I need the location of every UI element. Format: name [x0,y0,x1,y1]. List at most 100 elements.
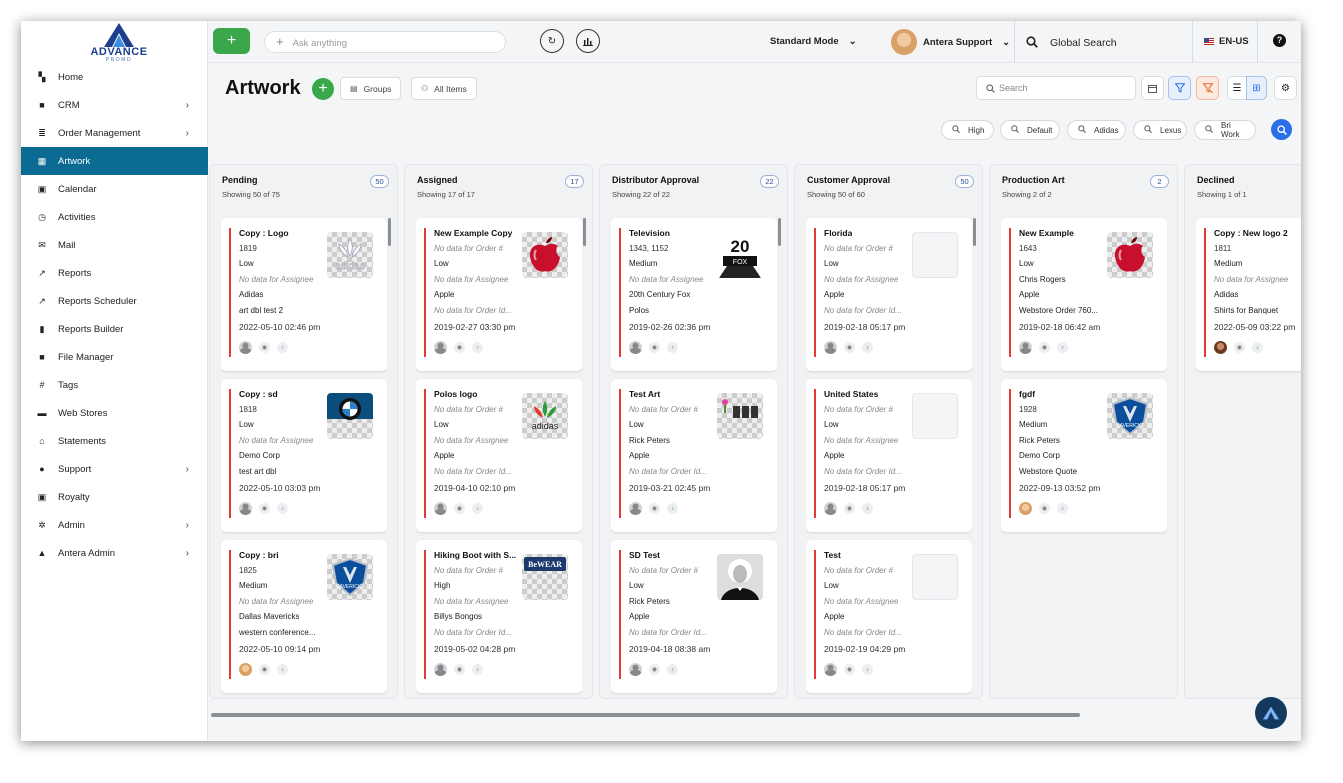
quick-add-button[interactable]: + [213,28,250,54]
artwork-card[interactable]: Copy : bri 1825 Medium No data for Assignee… [221,540,387,693]
all-items-button[interactable]: ⚇ All Items [411,77,477,100]
bell-icon[interactable]: ♪ [472,664,483,675]
artwork-card[interactable]: Copy : New logo 2 1811 Medium No data for A… [1196,218,1301,371]
sidebar-item-crm[interactable]: ■ CRM › [21,91,208,119]
artwork-card[interactable]: Test Art No data for Order # Low Rick Peter… [611,379,777,532]
artwork-thumbnail[interactable] [912,232,958,278]
sidebar-item-artwork[interactable]: ▦ Artwork [21,147,208,175]
filter-chip[interactable]: Default [1000,120,1060,140]
bell-icon[interactable]: ♪ [1252,342,1263,353]
sidebar-item-support[interactable]: ● Support › [21,455,208,483]
mode-selector[interactable]: Standard Mode ⌄ [770,36,857,47]
artwork-card[interactable]: New Example Copy No data for Order # Low No… [416,218,582,371]
artwork-card[interactable]: SD Test No data for Order # Low Rick Peters… [611,540,777,693]
artwork-thumbnail[interactable]: MAVERICKS [327,554,373,600]
artwork-thumbnail[interactable] [912,393,958,439]
eye-icon[interactable]: ◉ [259,664,270,675]
artwork-thumbnail[interactable]: adidas [522,393,568,439]
artwork-thumbnail[interactable] [717,554,763,600]
ask-anything-input[interactable]: + Ask anything [264,31,506,53]
sidebar-item-home[interactable]: ▚ Home [21,63,208,91]
eye-icon[interactable]: ◉ [649,503,660,514]
eye-icon[interactable]: ◉ [1039,342,1050,353]
bell-icon[interactable]: ♪ [862,342,873,353]
sidebar-item-statements[interactable]: ⌂ Statements [21,427,208,455]
artwork-thumbnail[interactable] [1107,232,1153,278]
bell-icon[interactable]: ♪ [667,664,678,675]
refresh-icon[interactable]: ↻ [540,29,564,53]
bell-icon[interactable]: ♪ [1057,342,1068,353]
bell-icon[interactable]: ♪ [667,503,678,514]
help-icon[interactable]: ? [1273,34,1286,47]
eye-icon[interactable]: ◉ [844,664,855,675]
bell-icon[interactable]: ♪ [277,503,288,514]
artwork-thumbnail[interactable] [327,393,373,439]
chart-icon[interactable] [576,29,600,53]
sidebar-item-web-stores[interactable]: ▬ Web Stores [21,399,208,427]
filter-chip[interactable]: High [941,120,994,140]
artwork-card[interactable]: Polos logo No data for Order # Low No data … [416,379,582,532]
artwork-card[interactable]: Test No data for Order # Low No data for As… [806,540,972,693]
artwork-card[interactable]: Hiking Boot with S... No data for Order #… [416,540,582,693]
column-scrollbar[interactable] [388,218,391,246]
artwork-thumbnail[interactable]: 20 FOX [717,232,763,278]
groups-button[interactable]: ▤ Groups [340,77,402,100]
eye-icon[interactable]: ◉ [649,342,660,353]
column-scrollbar[interactable] [973,218,976,246]
artwork-card[interactable]: Copy : sd 1818 Low No data for Assignee Demo… [221,379,387,532]
eye-icon[interactable]: ◉ [259,342,270,353]
sidebar-item-reports-builder[interactable]: ▮ Reports Builder [21,315,208,343]
bell-icon[interactable]: ♪ [472,503,483,514]
sidebar-item-admin[interactable]: ✲ Admin › [21,511,208,539]
eye-icon[interactable]: ◉ [844,342,855,353]
settings-gear-icon[interactable]: ⚙ [1274,76,1297,100]
eye-icon[interactable]: ◉ [1039,503,1050,514]
filter-chip[interactable]: Adidas [1067,120,1126,140]
sidebar-item-reports-scheduler[interactable]: ↗ Reports Scheduler [21,287,208,315]
filter-icon[interactable] [1168,76,1191,100]
filter-chip[interactable]: Lexus [1133,120,1187,140]
bell-icon[interactable]: ♪ [472,342,483,353]
sidebar-item-order-management[interactable]: ≣ Order Management › [21,119,208,147]
sidebar-item-activities[interactable]: ◷ Activities [21,203,208,231]
eye-icon[interactable]: ◉ [259,503,270,514]
sidebar-item-mail[interactable]: ✉ Mail [21,231,208,259]
assistant-button[interactable] [1255,697,1287,729]
zoom-icon[interactable] [1271,119,1292,140]
column-scrollbar[interactable] [778,218,781,246]
sidebar-item-calendar[interactable]: ▣ Calendar [21,175,208,203]
artwork-card[interactable]: Television 1343, 1152 Medium No data for As… [611,218,777,371]
bell-icon[interactable]: ♪ [1057,503,1068,514]
language-selector[interactable]: EN-US [1204,36,1249,47]
bell-icon[interactable]: ♪ [277,664,288,675]
eye-icon[interactable]: ◉ [454,503,465,514]
artwork-thumbnail[interactable]: MAVERICKS [1107,393,1153,439]
artwork-card[interactable]: United States No data for Order # Low No da… [806,379,972,532]
advance-promo-logo[interactable]: ADVANCE PROMO [83,23,155,67]
add-artwork-button[interactable]: + [312,78,334,100]
artwork-thumbnail[interactable] [717,393,763,439]
global-search[interactable]: Global Search [1026,36,1117,49]
filter-chip[interactable]: Bri Work [1194,120,1256,140]
eye-icon[interactable]: ◉ [844,503,855,514]
clear-filter-icon[interactable] [1196,76,1219,100]
list-view-icon[interactable]: ☰ [1227,76,1247,100]
search-input[interactable]: Search [976,76,1136,100]
artwork-thumbnail[interactable]: BeWEAR [522,554,568,600]
column-scrollbar[interactable] [583,218,586,246]
eye-icon[interactable]: ◉ [454,342,465,353]
sidebar-item-file-manager[interactable]: ■ File Manager [21,343,208,371]
artwork-thumbnail[interactable] [522,232,568,278]
calendar-filter-icon[interactable] [1141,76,1164,100]
artwork-card[interactable]: Florida No data for Order # Low No data for… [806,218,972,371]
horizontal-scrollbar[interactable] [211,713,1080,717]
user-menu[interactable]: Antera Support ⌄ [891,27,1010,57]
artwork-card[interactable]: New Example 1643 Low Chris Rogers Apple Webst… [1001,218,1167,371]
sidebar-item-reports[interactable]: ↗ Reports [21,259,208,287]
artwork-card[interactable]: fgdf 1928 Medium Rick Peters Demo Corp Websto… [1001,379,1167,532]
sidebar-item-antera-admin[interactable]: ▲ Antera Admin › [21,539,208,567]
bell-icon[interactable]: ♪ [277,342,288,353]
bell-icon[interactable]: ♪ [667,342,678,353]
eye-icon[interactable]: ◉ [649,664,660,675]
artwork-thumbnail[interactable] [912,554,958,600]
